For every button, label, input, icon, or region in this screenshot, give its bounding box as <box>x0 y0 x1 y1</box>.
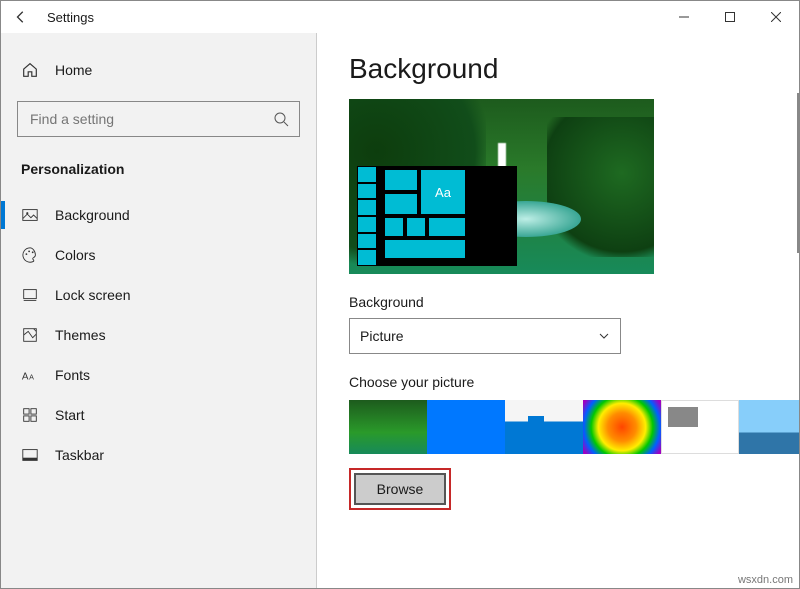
sidebar-item-label: Colors <box>55 247 95 263</box>
section-header: Personalization <box>15 155 302 195</box>
settings-window: Settings Home Personalization Background <box>0 0 800 589</box>
maximize-button[interactable] <box>707 1 753 33</box>
sidebar-item-label: Themes <box>55 327 106 343</box>
minimize-icon <box>679 12 689 22</box>
background-dropdown-label: Background <box>349 294 767 310</box>
svg-text:A: A <box>29 373 34 382</box>
home-nav[interactable]: Home <box>15 53 302 87</box>
themes-icon <box>21 326 39 344</box>
dropdown-value: Picture <box>360 328 404 344</box>
close-icon <box>771 12 781 22</box>
sidebar-item-lock-screen[interactable]: Lock screen <box>15 275 302 315</box>
sidebar-item-label: Fonts <box>55 367 90 383</box>
sidebar-item-label: Background <box>55 207 130 223</box>
home-icon <box>21 61 39 79</box>
browse-button[interactable]: Browse <box>354 473 446 505</box>
back-arrow-icon <box>14 10 28 24</box>
preview-start-panel: Aa <box>357 166 517 266</box>
picture-thumb-2[interactable] <box>427 400 505 454</box>
window-controls <box>661 1 799 33</box>
picture-thumb-4[interactable] <box>583 400 661 454</box>
sidebar-item-label: Taskbar <box>55 447 104 463</box>
sidebar-item-colors[interactable]: Colors <box>15 235 302 275</box>
svg-text:A: A <box>22 372 29 383</box>
start-icon <box>21 406 39 424</box>
page-heading: Background <box>349 53 767 85</box>
picture-thumb-5[interactable] <box>661 400 739 454</box>
browse-label: Browse <box>377 481 424 497</box>
picture-thumb-1[interactable] <box>349 400 427 454</box>
search-box[interactable] <box>17 101 300 137</box>
browse-highlight: Browse <box>349 468 451 510</box>
search-icon <box>273 111 289 127</box>
taskbar-icon <box>21 446 39 464</box>
sidebar-item-label: Start <box>55 407 85 423</box>
sidebar-item-background[interactable]: Background <box>15 195 302 235</box>
window-body: Home Personalization Background Colors L… <box>1 33 799 588</box>
picture-thumb-6[interactable] <box>739 400 799 454</box>
window-title: Settings <box>47 10 94 25</box>
sidebar-item-label: Lock screen <box>55 287 130 303</box>
minimize-button[interactable] <box>661 1 707 33</box>
back-button[interactable] <box>9 5 33 29</box>
sidebar: Home Personalization Background Colors L… <box>1 33 317 588</box>
sidebar-item-start[interactable]: Start <box>15 395 302 435</box>
palette-icon <box>21 246 39 264</box>
background-dropdown[interactable]: Picture <box>349 318 621 354</box>
title-bar: Settings <box>1 1 799 33</box>
preview-sample-tile: Aa <box>421 170 465 214</box>
content-area: Background Aa Backg <box>317 33 799 588</box>
sidebar-item-taskbar[interactable]: Taskbar <box>15 435 302 475</box>
close-button[interactable] <box>753 1 799 33</box>
lock-screen-icon <box>21 286 39 304</box>
chevron-down-icon <box>598 330 610 342</box>
choose-picture-label: Choose your picture <box>349 374 767 390</box>
picture-icon <box>21 206 39 224</box>
scrollbar[interactable] <box>797 93 799 253</box>
fonts-icon: AA <box>21 366 39 384</box>
background-preview: Aa <box>349 99 654 274</box>
sidebar-item-themes[interactable]: Themes <box>15 315 302 355</box>
picture-thumb-3[interactable] <box>505 400 583 454</box>
footer-watermark: wsxdn.com <box>738 574 793 586</box>
maximize-icon <box>725 12 735 22</box>
search-input[interactable] <box>28 110 273 128</box>
sidebar-item-fonts[interactable]: AA Fonts <box>15 355 302 395</box>
home-label: Home <box>55 62 92 78</box>
picture-thumbnails <box>349 400 767 454</box>
